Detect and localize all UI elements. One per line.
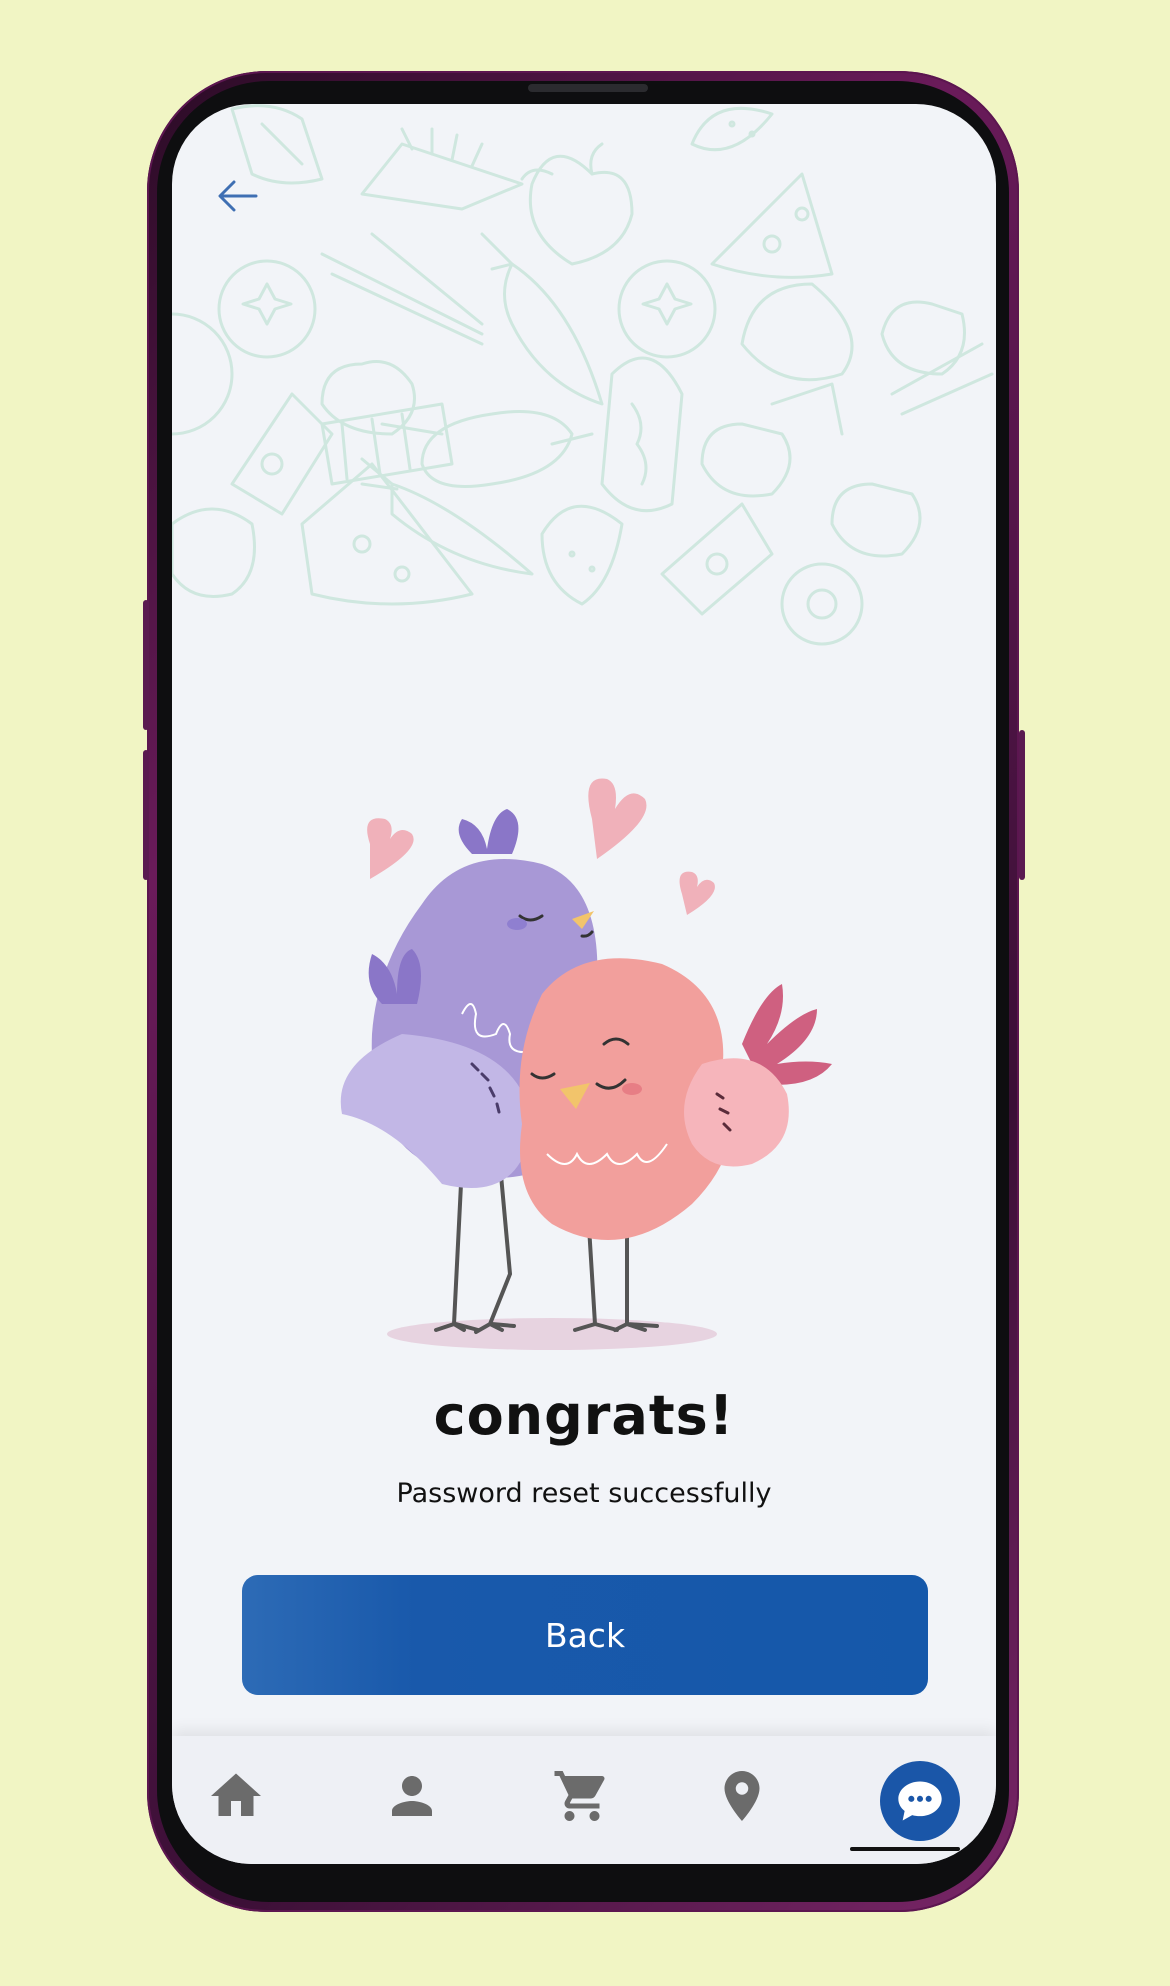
chat-icon <box>898 1781 942 1821</box>
cart-icon[interactable] <box>552 1766 612 1826</box>
birds-illustration <box>340 778 832 1350</box>
arrow-left-icon[interactable] <box>212 170 264 222</box>
bottom-nav <box>172 1736 996 1864</box>
location-pin-icon[interactable] <box>712 1766 772 1826</box>
chat-button[interactable] <box>880 1761 960 1841</box>
app-screen: congrats! Password reset successfully Ba… <box>172 104 996 1864</box>
phone-side-button <box>1019 730 1025 880</box>
phone-speaker <box>528 84 648 92</box>
food-doodle-background <box>172 104 994 646</box>
success-message: Password reset successfully <box>396 1478 772 1509</box>
home-icon[interactable] <box>206 1766 266 1826</box>
person-icon[interactable] <box>382 1766 442 1826</box>
page-title: congrats! <box>433 1384 735 1447</box>
phone-side-button <box>143 750 149 880</box>
home-indicator <box>850 1847 960 1851</box>
phone-side-button <box>143 600 149 730</box>
back-button[interactable]: Back <box>242 1575 928 1695</box>
